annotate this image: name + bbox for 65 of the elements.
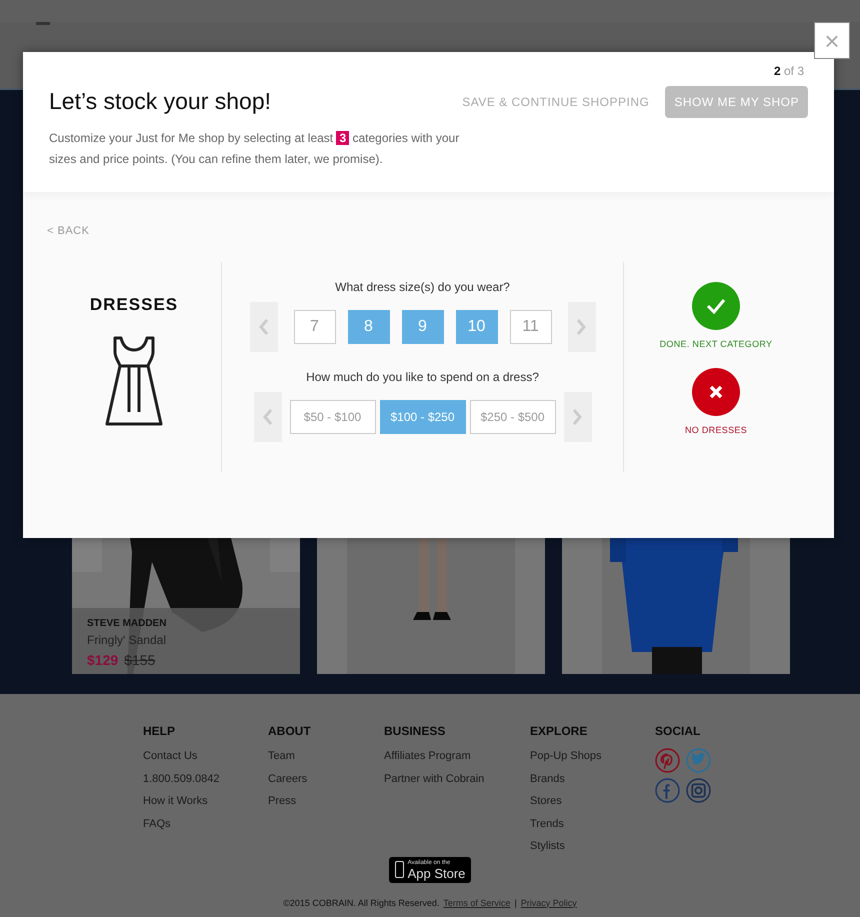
footer-heading: HELP [143,723,176,740]
footer-link[interactable]: Press [268,793,296,810]
price-option[interactable]: $100 - $250 [380,400,466,434]
footer-heading: BUSINESS [384,723,446,740]
original-price: $155 [124,652,156,668]
chevron-left-icon [263,409,272,425]
previous-arrow-button[interactable] [254,392,282,442]
footer-link[interactable]: Careers [268,770,308,787]
done-button[interactable] [692,282,740,330]
footer-heading: SOCIAL [655,723,700,740]
facebook-icon[interactable] [655,778,680,803]
footer-link[interactable]: Stores [530,793,562,810]
twitter-icon[interactable] [686,748,711,773]
chevron-left-icon [259,319,268,335]
footer-link[interactable]: Team [268,748,295,764]
close-button[interactable]: × [814,22,850,59]
footer-link[interactable]: Partner with Cobrain [384,770,484,787]
phone-icon [394,861,404,878]
intro-text: Customize your Just for Me shop by selecting at least 3 categories with your sizes and price points. (You can refine them later, we promise). [49,130,460,168]
checkmark-icon [706,298,726,314]
footer-link[interactable]: Trends [530,816,564,832]
size-option[interactable]: 10 [456,310,498,344]
footer-link[interactable]: Pop-Up Shops [530,748,602,764]
save-continue-link[interactable]: SAVE & CONTINUE SHOPPING [462,93,650,111]
close-x-icon [709,384,723,398]
previous-arrow-button[interactable] [250,302,278,352]
brand-name: STEVE MADDEN [87,617,168,631]
size-option[interactable]: 9 [402,310,444,344]
footer-link[interactable]: 1.800.509.0842 [143,770,220,787]
size-question: What dress size(s) do you wear? [335,279,510,296]
footer-heading: EXPLORE [530,723,588,740]
size-option[interactable]: 7 [294,310,336,344]
separator-text: | [514,896,517,910]
price-option[interactable]: $50 - $100 [290,400,376,434]
product-name: Fringly' Sandal [87,632,167,649]
sale-price: $129 [87,652,118,668]
footer-link[interactable]: FAQs [143,816,171,832]
size-option[interactable]: 11 [510,310,552,344]
instagram-icon[interactable] [686,778,711,803]
menu-icon[interactable] [36,22,50,26]
no-category-label: NO DRESSES [684,424,747,436]
done-label: DONE. NEXT CATEGORY [660,338,772,351]
back-link[interactable]: < BACK [47,225,90,237]
next-arrow-button[interactable] [564,392,592,442]
footer-link[interactable]: Stylists [530,838,565,854]
category-title: DRESSES [90,294,178,316]
no-category-button[interactable] [692,368,740,416]
pinterest-icon[interactable] [655,748,680,773]
dress-icon [103,336,165,428]
footer-link[interactable]: How it Works [143,793,208,810]
footer-heading: ABOUT [268,723,311,740]
footer-link[interactable]: Affiliates Program [384,748,471,764]
footer-link[interactable]: Contact Us [143,748,198,764]
footer-link[interactable]: Brands [530,770,565,787]
price-question: How much do you like to spend on a dress? [306,369,539,386]
privacy-link[interactable]: Privacy Policy [520,896,577,910]
modal-title: Let’s stock your shop! [49,88,272,116]
copyright-text: ©2015 COBRAIN. All Rights Reserved. [283,896,440,910]
next-arrow-button[interactable] [568,302,596,352]
chevron-right-icon [577,319,586,335]
step-counter: 2 of 3 [774,63,804,80]
size-option[interactable]: 8 [348,310,390,344]
chevron-right-icon [573,409,582,425]
terms-link[interactable]: Terms of Service [443,896,510,910]
price-option[interactable]: $250 - $500 [470,400,556,434]
